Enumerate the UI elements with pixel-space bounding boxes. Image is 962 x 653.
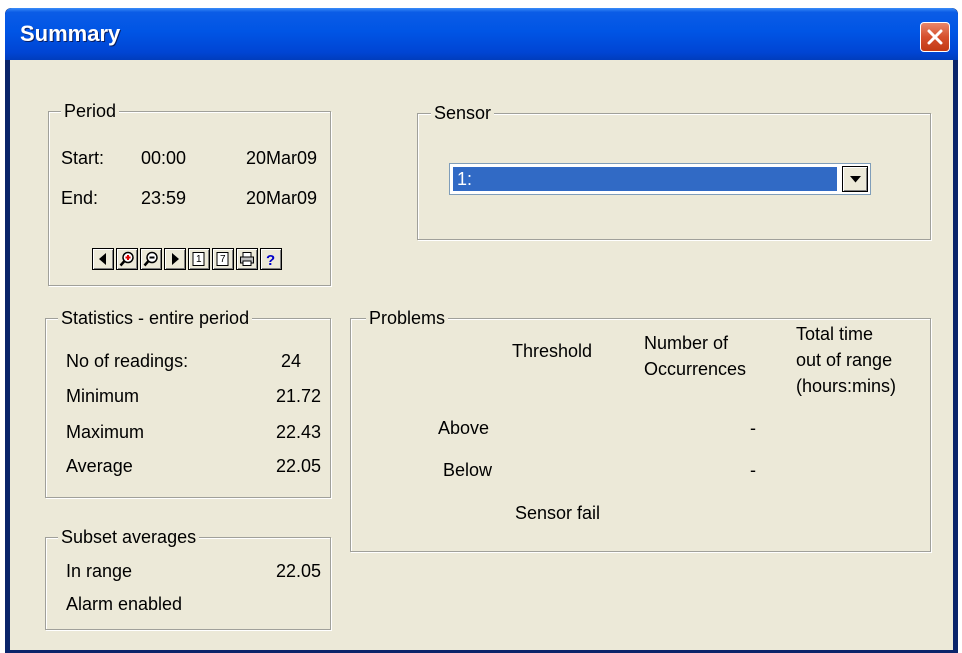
previous-icon bbox=[99, 253, 106, 265]
occurrences-header-line2: Occurrences bbox=[644, 359, 747, 379]
sensor-dropdown-button[interactable] bbox=[842, 166, 868, 192]
zoom-out-icon bbox=[143, 251, 158, 267]
stat-readings-value: 24 bbox=[280, 351, 301, 371]
time-header-line2: out of range bbox=[796, 350, 893, 370]
day-7-button[interactable]: 7 bbox=[212, 248, 234, 270]
stat-maximum-label: Maximum bbox=[66, 422, 145, 442]
start-date: 20Mar09 bbox=[246, 148, 318, 168]
above-label: Above bbox=[438, 418, 490, 438]
stat-average-label: Average bbox=[66, 456, 133, 476]
sensor-fail-label: Sensor fail bbox=[515, 503, 601, 523]
time-header-line1: Total time bbox=[796, 324, 874, 344]
zoom-in-button[interactable] bbox=[116, 248, 138, 270]
next-icon bbox=[172, 253, 179, 265]
help-glyph: ? bbox=[266, 252, 275, 267]
title-bar[interactable]: Summary bbox=[5, 8, 958, 60]
printer-icon bbox=[240, 252, 254, 266]
end-label: End: bbox=[61, 188, 99, 208]
zoom-out-button[interactable] bbox=[140, 248, 162, 270]
end-time: 23:59 bbox=[141, 188, 187, 208]
start-time: 00:00 bbox=[141, 148, 187, 168]
window-title: Summary bbox=[20, 21, 121, 46]
stat-maximum-value: 22.43 bbox=[275, 422, 321, 442]
stat-average-value: 22.05 bbox=[275, 456, 321, 476]
day-7-glyph: 7 bbox=[220, 254, 226, 265]
close-button[interactable] bbox=[920, 22, 950, 52]
below-label: Below bbox=[443, 460, 493, 480]
time-header-line3: (hours:mins) bbox=[796, 376, 897, 396]
sensor-select-value: 1: bbox=[453, 167, 837, 191]
start-label: Start: bbox=[61, 148, 105, 168]
sensor-legend: Sensor bbox=[431, 103, 495, 123]
period-legend: Period bbox=[61, 101, 120, 121]
stat-minimum-value: 21.72 bbox=[275, 386, 321, 406]
zoom-in-icon bbox=[119, 251, 134, 267]
print-button[interactable] bbox=[236, 248, 258, 270]
day-7-icon: 7 bbox=[216, 252, 229, 266]
subset-averages-group: Subset averages bbox=[45, 527, 331, 630]
stat-readings-label: No of readings: bbox=[66, 351, 189, 371]
help-icon: ? bbox=[266, 252, 275, 267]
previous-button[interactable] bbox=[92, 248, 114, 270]
day-1-icon: 1 bbox=[192, 252, 205, 266]
in-range-value: 22.05 bbox=[275, 561, 321, 581]
subset-legend: Subset averages bbox=[58, 527, 200, 547]
statistics-legend: Statistics - entire period bbox=[58, 308, 253, 328]
below-occurrences: - bbox=[750, 460, 756, 480]
alarm-enabled-label: Alarm enabled bbox=[66, 594, 183, 614]
threshold-header: Threshold bbox=[512, 341, 593, 361]
day-1-button[interactable]: 1 bbox=[188, 248, 210, 270]
occurrences-header-line1: Number of bbox=[644, 333, 729, 353]
stat-minimum-label: Minimum bbox=[66, 386, 140, 406]
chevron-down-icon bbox=[850, 176, 861, 183]
sensor-select[interactable]: 1: bbox=[449, 163, 871, 195]
close-icon bbox=[927, 29, 943, 45]
day-1-glyph: 1 bbox=[196, 254, 202, 265]
above-occurrences: - bbox=[750, 418, 756, 438]
in-range-label: In range bbox=[66, 561, 133, 581]
problems-legend: Problems bbox=[366, 308, 449, 328]
help-button[interactable]: ? bbox=[260, 248, 282, 270]
end-date: 20Mar09 bbox=[246, 188, 318, 208]
next-button[interactable] bbox=[164, 248, 186, 270]
